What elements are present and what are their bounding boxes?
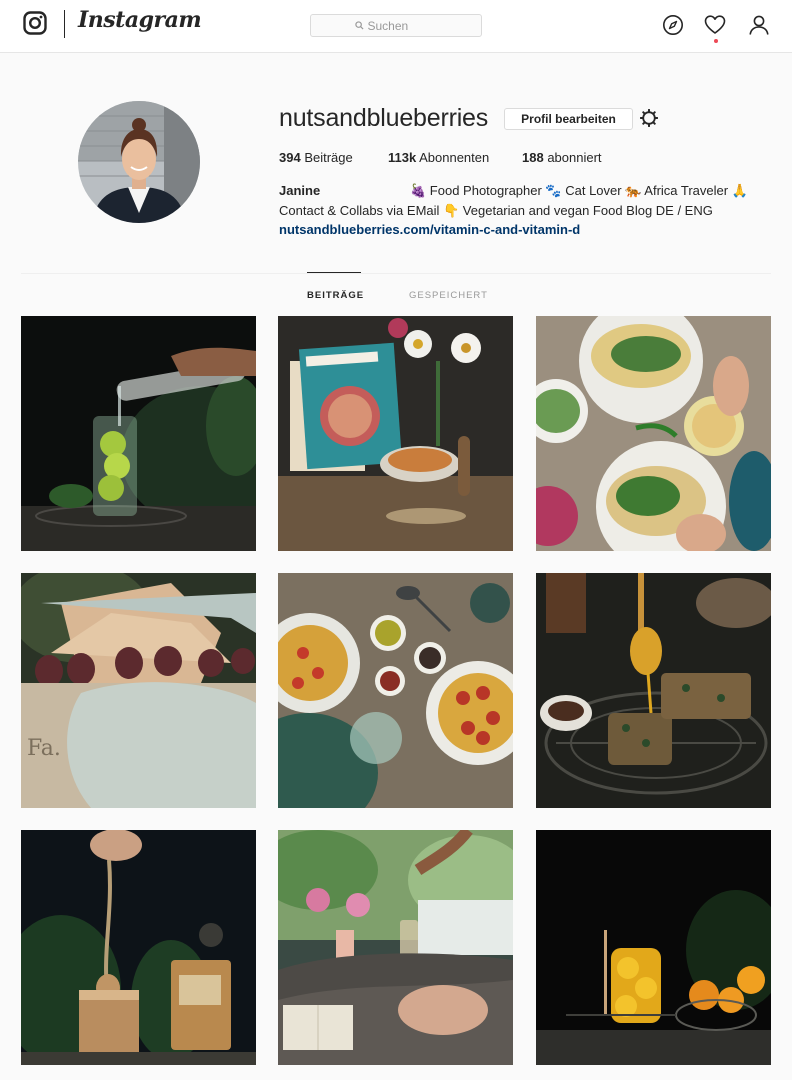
- search-input[interactable]: [367, 18, 438, 33]
- logo-divider: [64, 10, 65, 38]
- posts-stat: 394 Beiträge: [279, 150, 388, 165]
- search-icon: [354, 21, 364, 30]
- instagram-wordmark[interactable]: Instagram: [78, 7, 202, 33]
- compass-icon[interactable]: [662, 14, 684, 36]
- posts-count: 394: [279, 150, 301, 165]
- bio-line-1: 🍇 Food Photographer 🐾 Cat Lover 🐅 Africa…: [410, 183, 748, 198]
- profile-full-name: Janine: [279, 183, 321, 198]
- following-stat[interactable]: 188 abonniert: [522, 150, 602, 165]
- avatar[interactable]: [78, 101, 200, 223]
- post-thumbnail[interactable]: [536, 830, 771, 1065]
- website-link[interactable]: nutsandblueberries.com/vitamin-c-and-vit…: [279, 222, 580, 237]
- followers-stat[interactable]: 113k Abonnenten: [388, 150, 522, 165]
- posts-label: Beiträge: [304, 150, 353, 165]
- instagram-glyph-icon[interactable]: [23, 11, 47, 35]
- active-tab-indicator: [307, 272, 361, 273]
- post-thumbnail[interactable]: [21, 316, 256, 551]
- post-thumbnail[interactable]: Fa.: [21, 573, 256, 808]
- post-thumbnail[interactable]: [278, 830, 513, 1065]
- tab-saved[interactable]: GESPEICHERT: [409, 290, 488, 301]
- post-thumbnail[interactable]: [278, 573, 513, 808]
- notification-dot: [714, 39, 718, 43]
- gear-icon[interactable]: [639, 108, 659, 128]
- bio-line-2: Contact & Collabs via EMail 👇 Vegetarian…: [279, 203, 713, 218]
- post-thumbnail[interactable]: [536, 316, 771, 551]
- heart-icon[interactable]: [704, 14, 726, 36]
- following-label: abonniert: [547, 150, 602, 165]
- post-thumbnail[interactable]: [21, 830, 256, 1065]
- post-thumbnail[interactable]: [278, 316, 513, 551]
- svg-text:Fa.: Fa.: [27, 736, 61, 761]
- post-thumbnail[interactable]: [536, 573, 771, 808]
- followers-count: 113k: [388, 150, 417, 165]
- edit-profile-button[interactable]: Profil bearbeiten: [504, 108, 633, 130]
- profile-stats: 394 Beiträge 113k Abonnenten 188 abonnie…: [279, 150, 602, 165]
- profile-username: nutsandblueberries: [279, 104, 489, 132]
- followers-label: Abonnenten: [419, 150, 490, 165]
- tab-posts[interactable]: BEITRÄGE: [307, 290, 364, 301]
- profile-icon[interactable]: [748, 14, 770, 36]
- top-navigation: Instagram: [0, 0, 792, 53]
- search-box[interactable]: [310, 14, 482, 37]
- following-count: 188: [522, 150, 544, 165]
- tabs-divider: [21, 273, 771, 274]
